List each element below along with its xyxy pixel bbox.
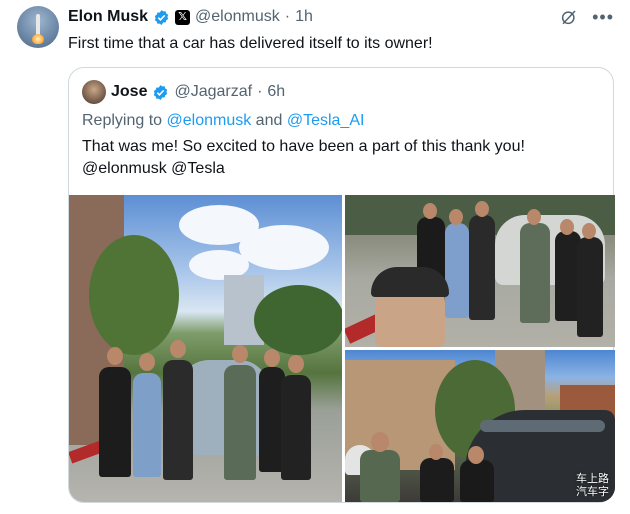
tweet-actions-top: ••• — [560, 8, 614, 26]
photo-trunk-open[interactable]: 车上路 汽车字 — [345, 350, 615, 502]
quoted-tweet-card[interactable]: Jose @Jagarzaf · 6h Replying to @elonmus… — [68, 67, 615, 503]
replying-and: and — [255, 112, 283, 129]
x-affiliate-icon[interactable]: 𝕏 — [175, 9, 191, 25]
separator-dot: · — [284, 8, 291, 25]
quoted-author-name[interactable]: Jose — [111, 82, 147, 102]
tweet-text: First time that a car has delivered itse… — [68, 35, 433, 52]
photo-group-car[interactable] — [69, 195, 342, 502]
replying-prefix: Replying to — [82, 112, 163, 129]
watermark-line: 汽车字 — [576, 485, 609, 498]
mention-link[interactable]: @elonmusk — [167, 112, 252, 129]
quoted-tweet-text: That was me! So excited to have been a p… — [82, 136, 602, 180]
author-avatar[interactable] — [17, 6, 59, 48]
verified-badge-icon — [154, 9, 169, 25]
quoted-author-avatar[interactable] — [82, 80, 106, 104]
more-options-icon[interactable]: ••• — [592, 8, 614, 26]
grok-icon[interactable] — [560, 8, 578, 26]
tweet-time[interactable]: 1h — [295, 7, 313, 27]
quoted-author-handle[interactable]: @Jagarzaf — [174, 82, 252, 102]
verified-badge-icon — [154, 84, 168, 100]
quoted-tweet-time[interactable]: 6h — [267, 82, 285, 102]
mention-link[interactable]: @elonmusk — [82, 160, 167, 177]
watermark: 车上路 汽车字 — [576, 472, 609, 498]
author-name[interactable]: Elon Musk — [68, 7, 148, 27]
author-handle[interactable]: @elonmusk — [195, 7, 280, 27]
quoted-tweet-header: Jose @Jagarzaf · 6h — [111, 82, 285, 102]
separator-dot: · — [257, 83, 263, 100]
quoted-mentions-line: @elonmusk @Tesla — [82, 158, 602, 180]
tweet-header: Elon Musk 𝕏 @elonmusk · 1h — [68, 7, 313, 27]
replying-to: Replying to @elonmusk and @Tesla_AI — [82, 111, 364, 131]
watermark-line: 车上路 — [576, 472, 609, 485]
quoted-text-line: That was me! So excited to have been a p… — [82, 138, 525, 155]
mention-link[interactable]: @Tesla_AI — [287, 112, 365, 129]
photo-group-selfie[interactable] — [345, 195, 615, 347]
mention-link[interactable]: @Tesla — [171, 160, 225, 177]
photo-grid: 车上路 汽车字 — [69, 195, 615, 502]
